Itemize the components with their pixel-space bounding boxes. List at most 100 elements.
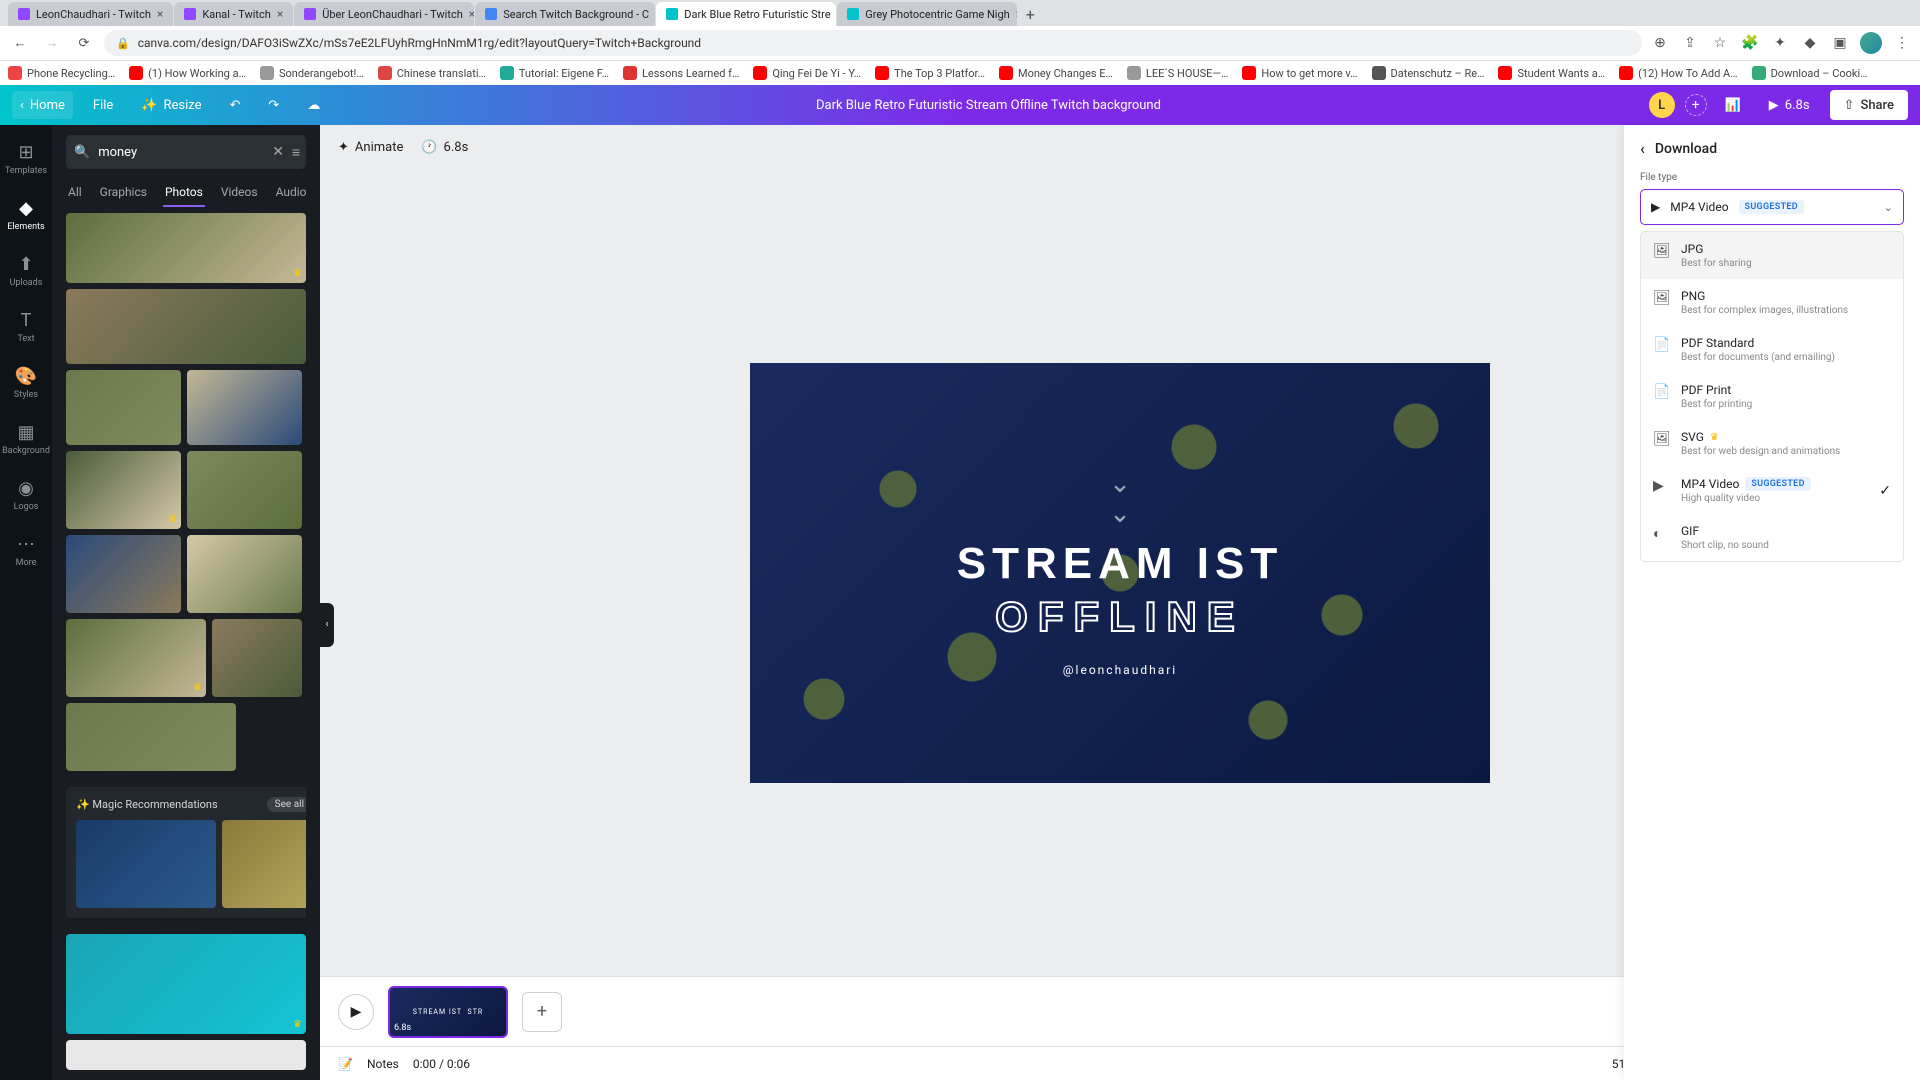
menu-icon[interactable]: ⋮ bbox=[1892, 33, 1912, 53]
back-button[interactable]: ‹ bbox=[1640, 139, 1645, 158]
present-button[interactable]: ▶ 6.8s bbox=[1759, 91, 1820, 119]
animate-button[interactable]: ✦ Animate bbox=[338, 140, 403, 155]
filetype-png[interactable]: 🖼PNGBest for complex images, illustratio… bbox=[1641, 279, 1903, 326]
close-tab-icon[interactable]: × bbox=[469, 7, 474, 21]
back-button[interactable]: ← bbox=[8, 31, 32, 55]
photo-thumb[interactable] bbox=[187, 535, 302, 613]
browser-tab[interactable]: LeonChaudhari - Twitch× bbox=[8, 2, 173, 26]
filetype-pdf-print[interactable]: 📄PDF PrintBest for printing bbox=[1641, 373, 1903, 420]
filetype-svg[interactable]: 🖼SVG♛Best for web design and animations bbox=[1641, 420, 1903, 467]
browser-tab[interactable]: Über LeonChaudhari - Twitch× bbox=[294, 2, 474, 26]
notes-icon[interactable]: 📝 bbox=[338, 1057, 353, 1071]
reload-button[interactable]: ⟳ bbox=[72, 31, 96, 55]
rail-logos[interactable]: ◉Logos bbox=[0, 469, 52, 521]
bookmark-item[interactable]: How to get more v… bbox=[1242, 66, 1357, 80]
tab-videos[interactable]: Videos bbox=[219, 179, 260, 207]
forward-button[interactable]: → bbox=[40, 31, 64, 55]
browser-tab[interactable]: Kanal - Twitch× bbox=[174, 2, 293, 26]
bookmark-item[interactable]: (12) How To Add A… bbox=[1619, 66, 1737, 80]
filetype-jpg[interactable]: 🖼JPGBest for sharing bbox=[1641, 232, 1903, 279]
close-tab-icon[interactable]: × bbox=[1016, 7, 1018, 21]
user-avatar[interactable]: L bbox=[1649, 92, 1675, 118]
see-all-button[interactable]: See all bbox=[267, 797, 306, 812]
clear-search-button[interactable]: ✕ bbox=[272, 144, 284, 160]
tab-photos[interactable]: Photos bbox=[163, 179, 205, 207]
bookmark-item[interactable]: Qing Fei De Yi - Y… bbox=[753, 66, 861, 80]
rail-background[interactable]: ▦Background bbox=[0, 413, 52, 465]
photo-thumb[interactable] bbox=[66, 451, 181, 529]
filetype-gif[interactable]: ◐GIFShort clip, no sound bbox=[1641, 514, 1903, 561]
undo-button[interactable]: ↶ bbox=[222, 91, 249, 119]
resize-button[interactable]: ✨ Resize bbox=[133, 91, 209, 119]
photo-thumb[interactable] bbox=[187, 370, 302, 445]
share-button[interactable]: ⇧ Share bbox=[1830, 90, 1908, 120]
bookmark-item[interactable]: Phone Recycling… bbox=[8, 66, 115, 80]
tab-all[interactable]: All bbox=[66, 179, 84, 207]
photo-thumb[interactable] bbox=[66, 213, 306, 283]
bookmark-item[interactable]: The Top 3 Platfor… bbox=[875, 66, 985, 80]
rail-text[interactable]: TText bbox=[0, 301, 52, 353]
file-menu[interactable]: File bbox=[85, 91, 121, 119]
file-type-select[interactable]: ▶ MP4 Video SUGGESTED ⌄ bbox=[1640, 189, 1904, 225]
filetype-pdf-standard[interactable]: 📄PDF StandardBest for documents (and ema… bbox=[1641, 326, 1903, 373]
bookmark-item[interactable]: (1) How Working a… bbox=[129, 66, 246, 80]
close-tab-icon[interactable]: × bbox=[277, 7, 283, 21]
photo-thumb[interactable] bbox=[66, 535, 181, 613]
browser-tab[interactable]: Dark Blue Retro Futuristic Stre× bbox=[656, 2, 836, 26]
timing-button[interactable]: 🕐 6.8s bbox=[421, 140, 468, 155]
address-bar[interactable]: 🔒 canva.com/design/DAFO3iSwZXc/mSs7eE2LF… bbox=[104, 30, 1642, 56]
photo-thumb[interactable] bbox=[66, 934, 306, 1034]
browser-tab[interactable]: Search Twitch Background - C× bbox=[475, 2, 655, 26]
bookmark-item[interactable]: Tutorial: Eigene F… bbox=[500, 66, 609, 80]
insights-icon[interactable]: 📊 bbox=[1717, 91, 1749, 119]
profile-avatar[interactable] bbox=[1860, 32, 1882, 54]
rail-templates[interactable]: ⊞Templates bbox=[0, 133, 52, 185]
photo-thumb[interactable] bbox=[212, 619, 302, 697]
document-title[interactable]: Dark Blue Retro Futuristic Stream Offlin… bbox=[816, 98, 1161, 113]
browser-tab[interactable]: Grey Photocentric Game Nigh× bbox=[837, 2, 1017, 26]
extension-icon[interactable]: 🧩 bbox=[1740, 33, 1760, 53]
search-input[interactable] bbox=[98, 145, 264, 160]
design-canvas[interactable]: ⌄⌄ STREAM IST OFFLINE @leonchaudhari ⊕ bbox=[750, 363, 1490, 783]
filetype-mp4-video[interactable]: ▶MP4 VideoSUGGESTEDHigh quality video✓ bbox=[1641, 467, 1903, 514]
translate-icon[interactable]: ⊕ bbox=[1650, 33, 1670, 53]
ext-icon-2[interactable]: ◆ bbox=[1800, 33, 1820, 53]
rail-more[interactable]: ⋯More bbox=[0, 525, 52, 577]
share-icon[interactable]: ⇪ bbox=[1680, 33, 1700, 53]
photo-thumb[interactable] bbox=[187, 451, 302, 529]
ext-icon-3[interactable]: ▣ bbox=[1830, 33, 1850, 53]
bookmark-item[interactable]: Student Wants a… bbox=[1498, 66, 1605, 80]
bookmark-item[interactable]: Lessons Learned f… bbox=[623, 66, 739, 80]
add-member-button[interactable]: + bbox=[1685, 94, 1707, 116]
magic-thumb[interactable] bbox=[222, 820, 306, 908]
search-box[interactable]: 🔍 ✕ ≡ bbox=[66, 135, 306, 169]
bookmark-item[interactable]: Datenschutz – Re… bbox=[1372, 66, 1485, 80]
bookmark-item[interactable]: Download – Cooki… bbox=[1752, 66, 1868, 80]
tab-graphics[interactable]: Graphics bbox=[98, 179, 149, 207]
bookmark-item[interactable]: Money Changes E… bbox=[999, 66, 1113, 80]
ext-icon-1[interactable]: ✦ bbox=[1770, 33, 1790, 53]
magic-thumb[interactable] bbox=[76, 820, 216, 908]
redo-button[interactable]: ↷ bbox=[260, 91, 287, 119]
new-tab-button[interactable]: + bbox=[1018, 2, 1042, 26]
photo-thumb[interactable] bbox=[66, 1040, 306, 1070]
bookmark-item[interactable]: Sonderangebot!… bbox=[260, 66, 364, 80]
photo-thumb[interactable] bbox=[66, 619, 206, 697]
photo-thumb[interactable] bbox=[66, 703, 236, 771]
add-page-button[interactable]: + bbox=[522, 992, 562, 1032]
rail-styles[interactable]: 🎨Styles bbox=[0, 357, 52, 409]
close-tab-icon[interactable]: × bbox=[157, 7, 163, 21]
filter-button[interactable]: ≡ bbox=[292, 144, 300, 161]
timeline-frame-1[interactable]: STREAM IST STR 6.8s bbox=[388, 986, 508, 1038]
tab-audio[interactable]: Audio bbox=[274, 179, 309, 207]
photo-thumb[interactable] bbox=[66, 370, 181, 445]
home-button[interactable]: ‹ Home bbox=[12, 91, 73, 119]
photo-thumb[interactable] bbox=[66, 289, 306, 364]
bookmark-item[interactable]: Chinese translati… bbox=[378, 66, 486, 80]
rail-elements[interactable]: ◆Elements bbox=[0, 189, 52, 241]
rail-uploads[interactable]: ⬆Uploads bbox=[0, 245, 52, 297]
notes-button[interactable]: Notes bbox=[367, 1057, 399, 1071]
bookmark-item[interactable]: LEE´S HOUSE—… bbox=[1127, 66, 1228, 80]
play-button[interactable]: ▶ bbox=[338, 994, 374, 1030]
bookmark-icon[interactable]: ☆ bbox=[1710, 33, 1730, 53]
